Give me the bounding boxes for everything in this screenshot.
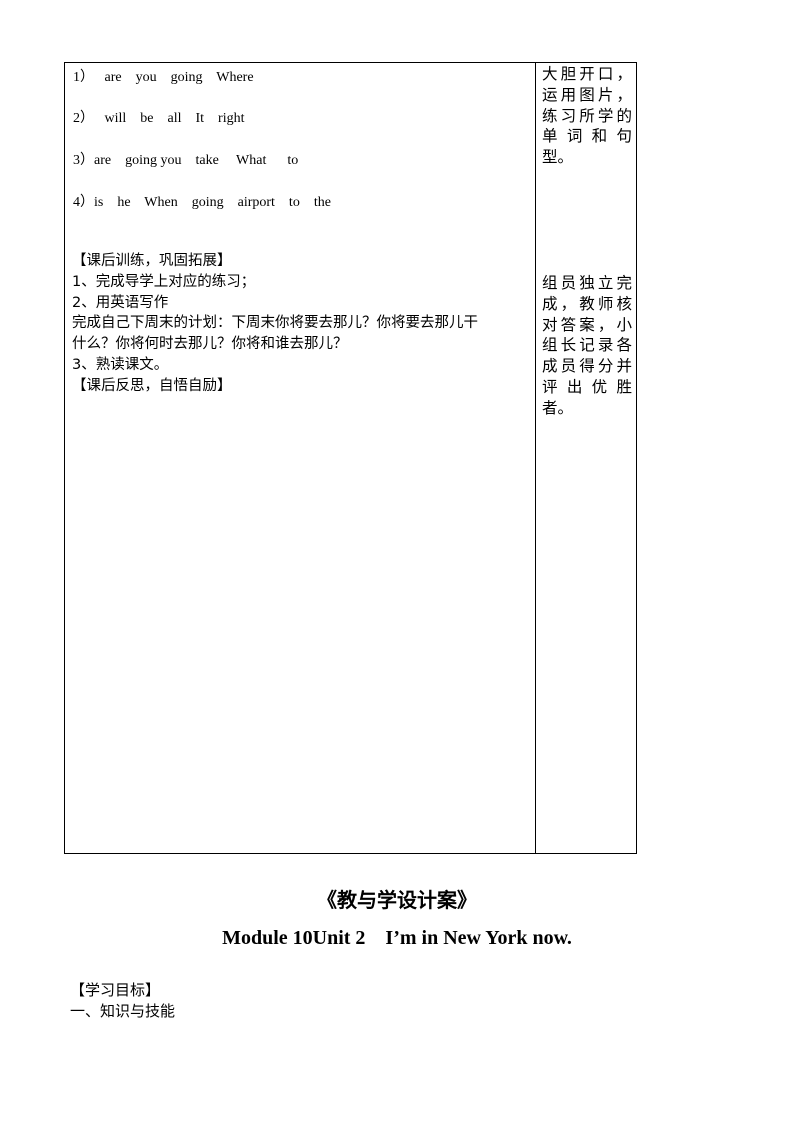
note-line: 组员独立完: [542, 274, 632, 292]
teaching-note-2: 组员独立完 成，教师核 对答案，小 组长记录各 成员得分并 评出优胜 者。: [542, 273, 632, 419]
homework-item: 3、熟读课文。: [72, 356, 169, 373]
objectives-heading: 【学习目标】: [70, 981, 161, 999]
homework-item: 1、完成导学上对应的练习；: [72, 273, 256, 290]
note-line: 评出优胜: [542, 377, 632, 396]
reflection-heading: 【课后反思，自悟自励】: [72, 377, 232, 394]
homework-heading: 【课后训练，巩固拓展】: [72, 253, 232, 269]
scrambled-sentence-2: 2） will be all It right: [73, 111, 245, 126]
scrambled-sentence-1: 1） are you going Where: [73, 70, 254, 85]
note-line: 大胆开口，: [542, 65, 632, 83]
lesson-subtitle: Module 10Unit 2 I’m in New York now.: [222, 927, 572, 949]
homework-section: 【课后训练，巩固拓展】 1、完成导学上对应的练习； 2、用英语写作 完成自己下周…: [72, 251, 532, 397]
note-line: 对答案，小: [542, 315, 632, 334]
note-line: 组长记录各: [542, 336, 632, 355]
homework-item: 什么？你将何时去那儿？你将和谁去那儿？: [72, 336, 348, 353]
scrambled-sentence-4: 4）is he When going airport to the: [73, 195, 331, 210]
objectives-section: 【学习目标】 一、知识与技能: [70, 980, 175, 1021]
note-line: 单词和句: [542, 127, 632, 146]
note-line: 成，教师核: [542, 294, 632, 313]
teaching-note-1: 大胆开口， 运用图片， 练习所学的 单词和句 型。: [542, 64, 632, 168]
note-line: 成员得分并: [542, 357, 632, 376]
column-divider: [535, 63, 536, 853]
note-line: 运用图片，: [542, 85, 632, 104]
document-title: 《教与学设计案》: [317, 888, 477, 912]
homework-item: 2、用英语写作: [72, 294, 169, 311]
objective-item: 一、知识与技能: [70, 1001, 176, 1020]
lesson-table: 1） are you going Where 2） will be all It…: [64, 62, 637, 854]
note-line: 型。: [542, 148, 574, 167]
homework-item: 完成自己下周末的计划：下周末你将要去那儿？你将要去那儿干: [72, 315, 478, 332]
note-line: 者。: [542, 398, 574, 417]
note-line: 练习所学的: [542, 106, 632, 125]
scrambled-sentence-3: 3）are going you take What to: [73, 153, 299, 168]
